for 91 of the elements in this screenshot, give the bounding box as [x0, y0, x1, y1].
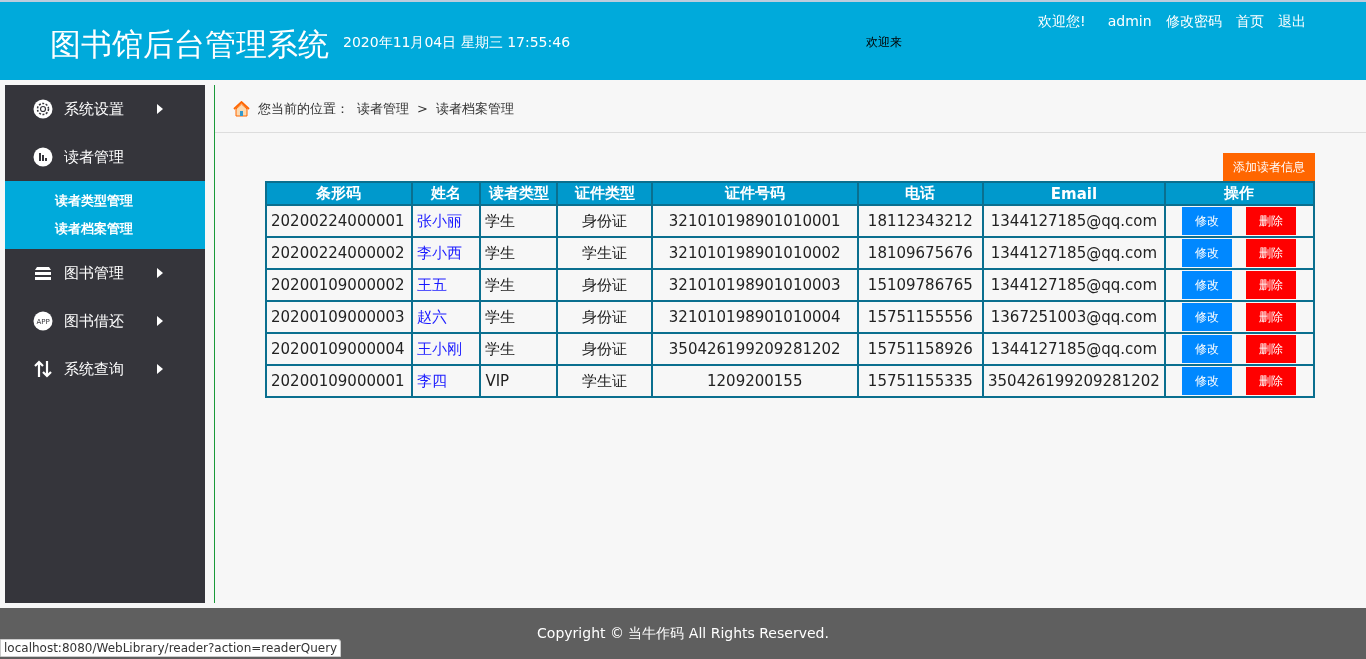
table-cell: 20200109000003 — [266, 301, 412, 333]
copyright-text: Copyright © 当牛作码 All Rights Reserved. — [537, 624, 829, 643]
reader-name-link[interactable]: 王小刚 — [416, 339, 462, 358]
submenu-item[interactable]: 读者类型管理 — [5, 187, 205, 215]
table-cell: 学生 — [480, 333, 558, 365]
submenu-item[interactable]: 读者档案管理 — [5, 215, 205, 243]
sidebar-item[interactable]: 图书管理 — [5, 249, 205, 297]
table-cell: 学生 — [480, 237, 558, 269]
breadcrumb-item: 读者管理 — [357, 99, 409, 118]
table-cell: 学生 — [480, 301, 558, 333]
sidebar-item[interactable]: 系统设置 — [5, 85, 205, 133]
column-header: 条形码 — [266, 182, 412, 205]
table-cell: 18109675676 — [857, 237, 983, 269]
add-reader-button[interactable]: 添加读者信息 — [1223, 153, 1315, 181]
table-cell: 15751155556 — [857, 301, 983, 333]
location-label: 您当前的位置： — [258, 99, 349, 118]
table-cell: 321010198901010004 — [651, 301, 858, 333]
table-cell: 18112343212 — [857, 205, 983, 237]
user-name: admin — [1107, 13, 1152, 31]
edit-button[interactable]: 修改 — [1182, 335, 1233, 363]
table-cell: 身份证 — [557, 205, 652, 237]
table-cell: 15751155335 — [857, 365, 983, 397]
column-header: 姓名 — [411, 182, 481, 205]
gear-icon — [33, 99, 53, 119]
caret-icon — [157, 316, 163, 326]
table-cell: VIP — [480, 365, 558, 397]
edit-button[interactable]: 修改 — [1182, 367, 1233, 395]
reader-name-link[interactable]: 王五 — [416, 275, 447, 294]
table-cell: 321010198901010001 — [651, 205, 858, 237]
table-cell: 1344127185@qq.com — [983, 205, 1165, 237]
delete-button[interactable]: 删除 — [1246, 367, 1297, 395]
status-url: localhost:8080/WebLibrary/reader?action=readerQuery — [0, 639, 342, 657]
table-cell: 学生证 — [557, 237, 652, 269]
table-cell: 20200224000002 — [266, 237, 412, 269]
table-cell: 身份证 — [557, 301, 652, 333]
table-cell: 20200109000002 — [266, 269, 412, 301]
edit-button[interactable]: 修改 — [1182, 303, 1233, 331]
table-cell: 1344127185@qq.com — [983, 333, 1165, 365]
table-cell: 15751158926 — [857, 333, 983, 365]
table-cell: 321010198901010002 — [651, 237, 858, 269]
table-cell: 身份证 — [557, 333, 652, 365]
reader-name-link[interactable]: 李小西 — [416, 243, 462, 262]
table-cell: 20200109000001 — [266, 365, 412, 397]
table-cell: 1367251003@qq.com — [983, 301, 1165, 333]
column-header: 操作 — [1164, 182, 1314, 205]
table-cell: 20200109000004 — [266, 333, 412, 365]
welcome-text: 欢迎您! — [1038, 13, 1086, 31]
date-time: 2020年11月04日 星期三 17:55:46 — [343, 34, 571, 52]
breadcrumb-item: 读者档案管理 — [435, 99, 514, 118]
column-header: 证件号码 — [651, 182, 858, 205]
reader-name-link[interactable]: 李四 — [416, 371, 447, 390]
delete-button[interactable]: 删除 — [1246, 335, 1297, 363]
edit-button[interactable]: 修改 — [1182, 271, 1233, 299]
edit-button[interactable]: 修改 — [1182, 239, 1233, 267]
header-link[interactable]: 修改密码 — [1165, 13, 1222, 31]
home-icon — [233, 100, 250, 117]
welcome-marquee: 欢迎来 — [866, 34, 903, 51]
table-cell: 1209200155 — [651, 365, 858, 397]
edit-button[interactable]: 修改 — [1182, 207, 1233, 235]
reader-name-link[interactable]: 赵六 — [416, 307, 447, 326]
column-header: Email — [983, 182, 1165, 205]
caret-icon — [157, 364, 163, 374]
table-cell: 350426199209281202 — [983, 365, 1165, 397]
table-cell: 学生 — [480, 205, 558, 237]
table-cell: 身份证 — [557, 269, 652, 301]
sidebar-item[interactable]: 读者管理 — [5, 133, 205, 181]
sidebar-item[interactable]: 系统查询 — [5, 345, 205, 393]
column-header: 证件类型 — [557, 182, 652, 205]
delete-button[interactable]: 删除 — [1246, 271, 1297, 299]
swap-arrows-icon — [33, 359, 53, 379]
table-cell: 学生 — [480, 269, 558, 301]
caret-icon — [157, 268, 163, 278]
table-cell: 1344127185@qq.com — [983, 237, 1165, 269]
delete-button[interactable]: 删除 — [1246, 207, 1297, 235]
column-header: 电话 — [857, 182, 983, 205]
reader-name-link[interactable]: 张小丽 — [416, 211, 462, 230]
table-cell: 321010198901010003 — [651, 269, 858, 301]
caret-icon — [157, 104, 163, 114]
breadcrumb-separator: > — [417, 101, 428, 116]
app-title: 图书馆后台管理系统 — [50, 25, 329, 64]
table-cell: 20200224000001 — [266, 205, 412, 237]
table-cell: 350426199209281202 — [651, 333, 858, 365]
table-cell: 1344127185@qq.com — [983, 269, 1165, 301]
bar-chart-icon — [33, 147, 53, 167]
table-cell: 学生证 — [557, 365, 652, 397]
delete-button[interactable]: 删除 — [1246, 303, 1297, 331]
column-header: 读者类型 — [480, 182, 558, 205]
header-link[interactable]: 退出 — [1277, 13, 1306, 31]
table-cell: 15109786765 — [857, 269, 983, 301]
delete-button[interactable]: 删除 — [1246, 239, 1297, 267]
header-link[interactable]: 首页 — [1235, 13, 1264, 31]
